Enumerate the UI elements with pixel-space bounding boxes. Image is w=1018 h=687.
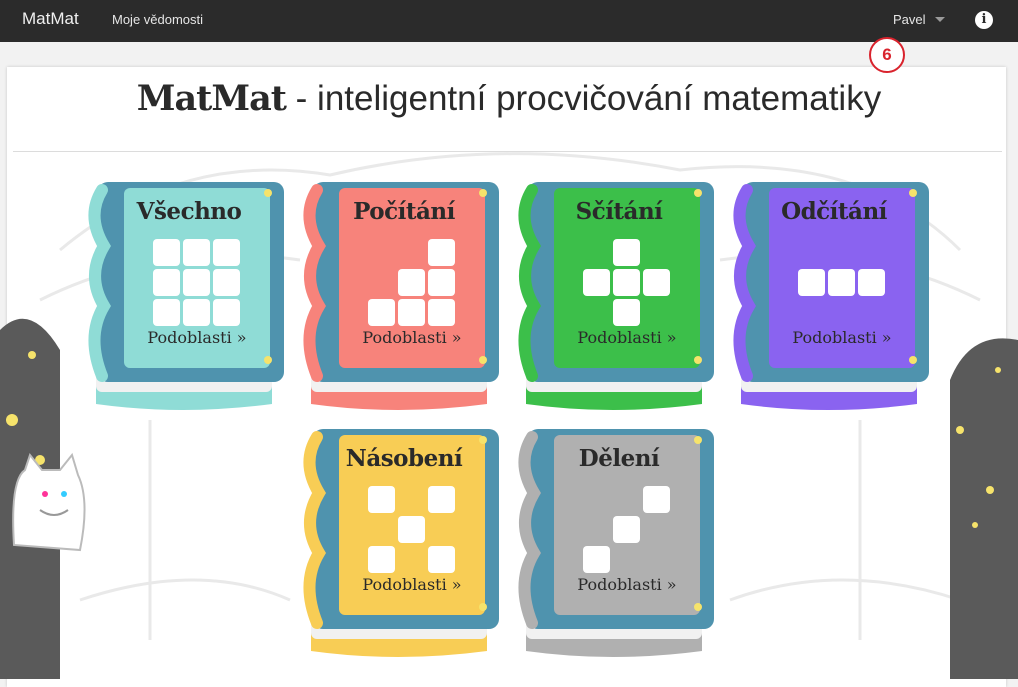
subareas-link[interactable]: Podoblasti » — [562, 328, 692, 347]
book-title: Sčítání — [575, 198, 663, 225]
subareas-link[interactable]: Podoblasti » — [562, 575, 692, 594]
title-divider — [13, 151, 1002, 152]
book-pocitani[interactable]: Počítání Podoblasti » — [297, 176, 501, 416]
book-title: Počítání — [353, 198, 455, 225]
subareas-link[interactable]: Podoblasti » — [347, 328, 477, 347]
book-title: Násobení — [345, 445, 463, 472]
book-vsechno[interactable]: Všechno Podoblasti » — [82, 176, 286, 416]
book-title: Odčítání — [781, 198, 887, 225]
page-title: MatMat - inteligentní procvičování matem… — [136, 78, 882, 119]
book-deleni[interactable]: Dělení Podoblasti » — [512, 423, 716, 663]
book-title: Všechno — [136, 198, 242, 225]
subareas-link[interactable]: Podoblasti » — [777, 328, 907, 347]
book-scitani[interactable]: Sčítání Podoblasti » — [512, 176, 716, 416]
book-title: Dělení — [578, 445, 660, 472]
subareas-link[interactable]: Podoblasti » — [347, 575, 477, 594]
notification-badge[interactable]: 6 — [869, 37, 905, 73]
subareas-link[interactable]: Podoblasti » — [132, 328, 262, 347]
book-nasobeni[interactable]: Násobení Podoblasti » — [297, 423, 501, 663]
book-odcitani[interactable]: Odčítání Podoblasti » — [727, 176, 931, 416]
